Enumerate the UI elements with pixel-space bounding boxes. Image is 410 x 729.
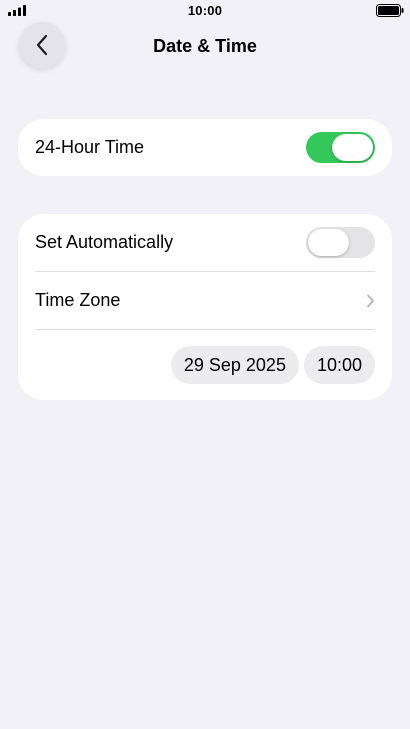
set-automatically-row[interactable]: Set Automatically (35, 214, 375, 271)
time-picker-button[interactable]: 10:00 (303, 346, 375, 384)
hour24-toggle[interactable] (306, 132, 375, 163)
date-time-pickers: 29 Sep 2025 10:00 (35, 330, 375, 400)
date-picker-button[interactable]: 29 Sep 2025 (170, 346, 299, 384)
time-zone-label: Time Zone (35, 290, 121, 310)
page-title: Date & Time (153, 36, 257, 56)
chevron-right-icon (367, 294, 374, 307)
status-bar: 10:00 (0, 0, 410, 22)
hour-format-group: 24-Hour Time (18, 119, 392, 176)
set-automatically-label: Set Automatically (35, 232, 174, 252)
hour24-row[interactable]: 24-Hour Time (35, 119, 375, 176)
set-automatically-toggle[interactable] (306, 227, 375, 258)
time-zone-row[interactable]: Time Zone (35, 272, 375, 329)
date-time-screen: 10:00 Date & Time 24-Hour Time Set Autom… (0, 0, 410, 729)
battery-icon (376, 4, 404, 17)
status-time: 10:00 (187, 3, 223, 18)
toggle-knob (308, 229, 349, 256)
hour24-label: 24-Hour Time (35, 137, 145, 157)
toggle-knob (332, 134, 373, 161)
date-time-group: Set Automatically Time Zone 29 Sep 2025 … (18, 214, 392, 400)
